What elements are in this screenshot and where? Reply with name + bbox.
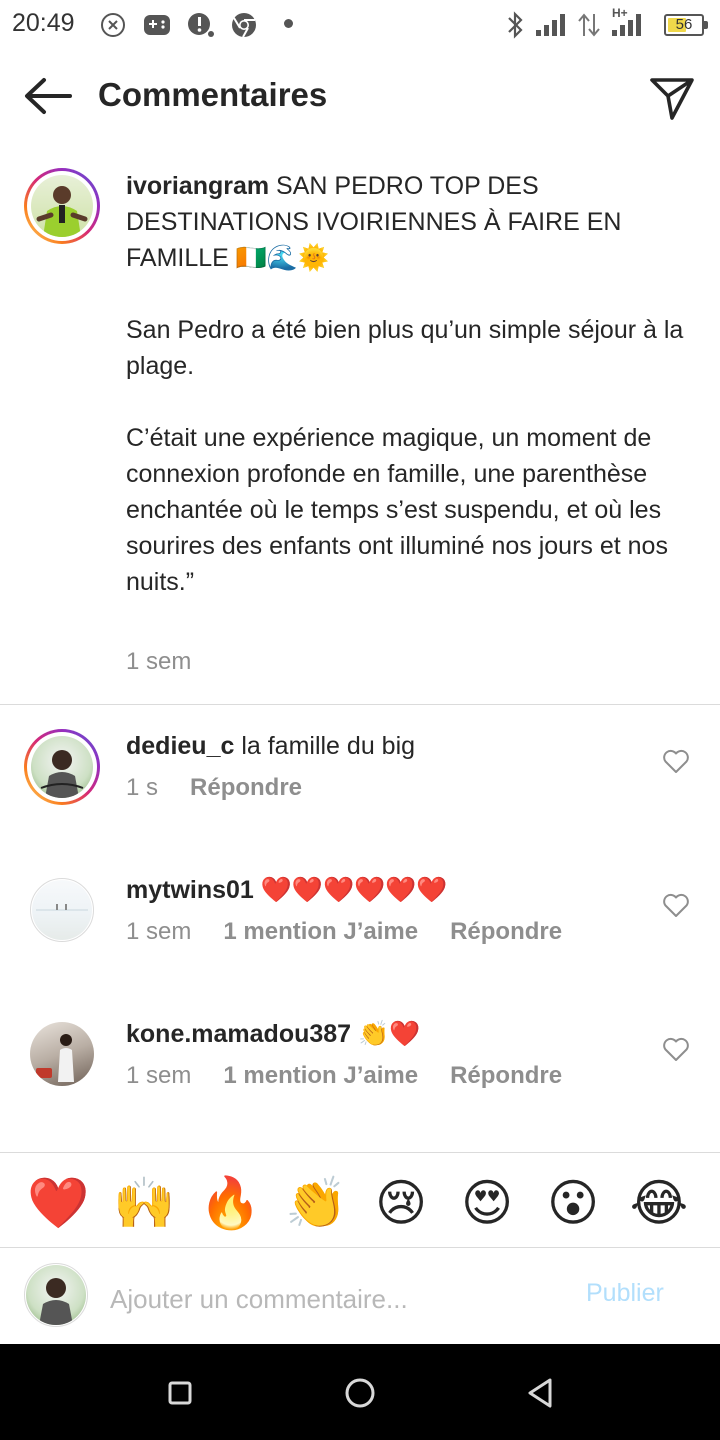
like-heart-icon[interactable] [662,1036,690,1062]
recents-icon[interactable] [163,1376,197,1410]
emoji-raised-hands[interactable]: 🙌 [113,1173,175,1233]
comment-text: ❤️❤️❤️❤️❤️❤️ [253,876,448,904]
avatar-photo [31,175,93,237]
comment-text-line: dedieu_c la famille du big [126,728,415,764]
comment-text-line: mytwins01 ❤️❤️❤️❤️❤️❤️ [126,872,448,908]
comment-item: dedieu_c la famille du big 1 s Répondre [0,728,720,838]
signal-icon [536,14,565,36]
arrow-left-icon[interactable] [22,76,74,116]
reply-button[interactable]: Répondre [190,774,302,801]
status-time: 20:49 [12,9,75,37]
emoji-surprised[interactable]: 😮 [543,1173,603,1233]
back-nav-icon[interactable] [523,1376,557,1410]
send-icon[interactable] [646,72,698,124]
reply-button[interactable]: Répondre [450,918,562,945]
reply-button[interactable]: Répondre [450,1062,562,1089]
system-nav-bar [0,1344,720,1440]
comment-text: 👏❤️ [351,1020,421,1048]
caption-avatar[interactable] [24,168,100,244]
user-avatar [24,1263,88,1327]
emoji-crying[interactable]: 😢 [371,1173,431,1233]
comment-time: 1 sem [126,918,192,945]
emoji-clap[interactable]: 👏 [285,1173,347,1233]
comment-composer: Publier [0,1249,720,1344]
bluetooth-icon [508,11,523,39]
comment-username[interactable]: mytwins01 [126,876,254,904]
comment-text: la famille du big [234,732,416,760]
close-circle-icon [101,13,125,37]
like-heart-icon[interactable] [662,892,690,918]
emoji-quick-bar: ❤️ 🙌 🔥 👏 😢 😍 😮 😂 [0,1152,720,1248]
page-title: Commentaires [98,76,328,113]
emoji-heart[interactable]: ❤️ [27,1173,89,1233]
comment-text-line: kone.mamadou387 👏❤️ [126,1016,420,1052]
data-arrows-icon [578,13,600,37]
avatar-photo [26,1265,86,1325]
battery-level: 56 [675,16,693,33]
chrome-icon [232,13,256,38]
notification-icon [188,13,214,37]
comment-likes[interactable]: 1 mention J’aime [223,1062,418,1089]
comment-username[interactable]: dedieu_c [126,732,234,760]
comment-meta: 1 s Répondre [126,774,334,802]
status-bar: 20:49 H+ 56 [0,0,720,50]
post-caption: ivoriangram SAN PEDRO TOP DES DESTINATIO… [126,168,686,600]
person-photo-icon [39,1278,73,1325]
comment-item: kone.mamadou387 👏❤️ 1 sem 1 mention J’aim… [0,1016,720,1126]
dot-icon [284,19,293,28]
emoji-fire[interactable]: 🔥 [199,1173,261,1233]
person-photo-icon [36,186,88,237]
home-icon[interactable] [343,1376,377,1410]
gamepad-icon [144,15,170,35]
caption-paragraph-2: C’était une expérience magique, un momen… [126,424,668,596]
top-bar: Commentaires [0,60,720,132]
battery-icon: 56 [664,14,708,36]
publish-button[interactable]: Publier [586,1279,664,1308]
signal-icon-2 [612,14,641,36]
comment-meta: 1 sem 1 mention J’aime Répondre [126,1062,594,1090]
comment-input[interactable] [110,1279,570,1319]
comment-likes[interactable]: 1 mention J’aime [223,918,418,945]
like-heart-icon[interactable] [662,748,690,774]
comment-meta: 1 sem 1 mention J’aime Répondre [126,918,594,946]
emoji-heart-eyes[interactable]: 😍 [457,1173,517,1233]
battery-tip [704,21,708,29]
comment-time: 1 s [126,774,159,801]
comment-username[interactable]: kone.mamadou387 [126,1020,351,1048]
caption-title-line: ivoriangram SAN PEDRO TOP DES DESTINATIO… [126,168,686,276]
caption-paragraph-1: San Pedro a été bien plus qu’un simple s… [126,316,684,380]
caption-username[interactable]: ivoriangram [126,172,269,200]
emoji-laughing[interactable]: 😂 [629,1173,689,1233]
caption-time: 1 sem [126,648,192,675]
comment-item: mytwins01 ❤️❤️❤️❤️❤️❤️ 1 sem 1 mention J’… [0,872,720,982]
comment-time: 1 sem [126,1062,192,1089]
caption-divider [0,704,720,705]
